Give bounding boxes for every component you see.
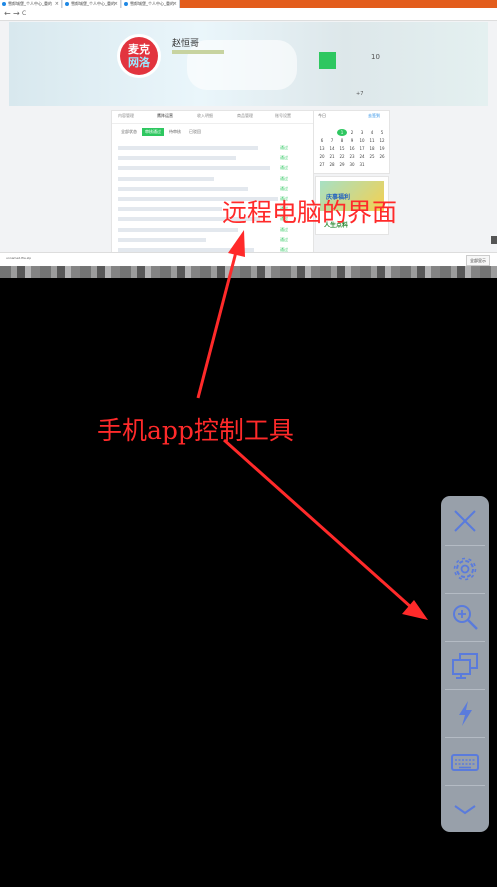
shortcut-button[interactable] (443, 690, 487, 736)
arrow-to-remote (196, 230, 245, 399)
zoom-button[interactable] (443, 594, 487, 640)
close-button[interactable] (443, 498, 487, 544)
zoom-in-icon (453, 605, 478, 630)
lightning-icon (459, 701, 472, 726)
control-toolbar (441, 496, 489, 832)
settings-button[interactable] (443, 546, 487, 592)
keyboard-icon (451, 754, 479, 771)
keyboard-button[interactable] (443, 738, 487, 784)
switch-screen-icon (452, 653, 478, 679)
control-tool-label: 手机app控制工具 (97, 416, 294, 445)
switch-screen-button[interactable] (443, 642, 487, 688)
collapse-toolbar-button[interactable] (443, 786, 487, 832)
gear-icon (453, 557, 477, 581)
remote-desktop-label: 远程电脑的界面 (222, 198, 398, 227)
close-icon (454, 510, 476, 532)
arrow-to-toolbar (223, 438, 428, 620)
chevron-down-icon (454, 805, 476, 815)
